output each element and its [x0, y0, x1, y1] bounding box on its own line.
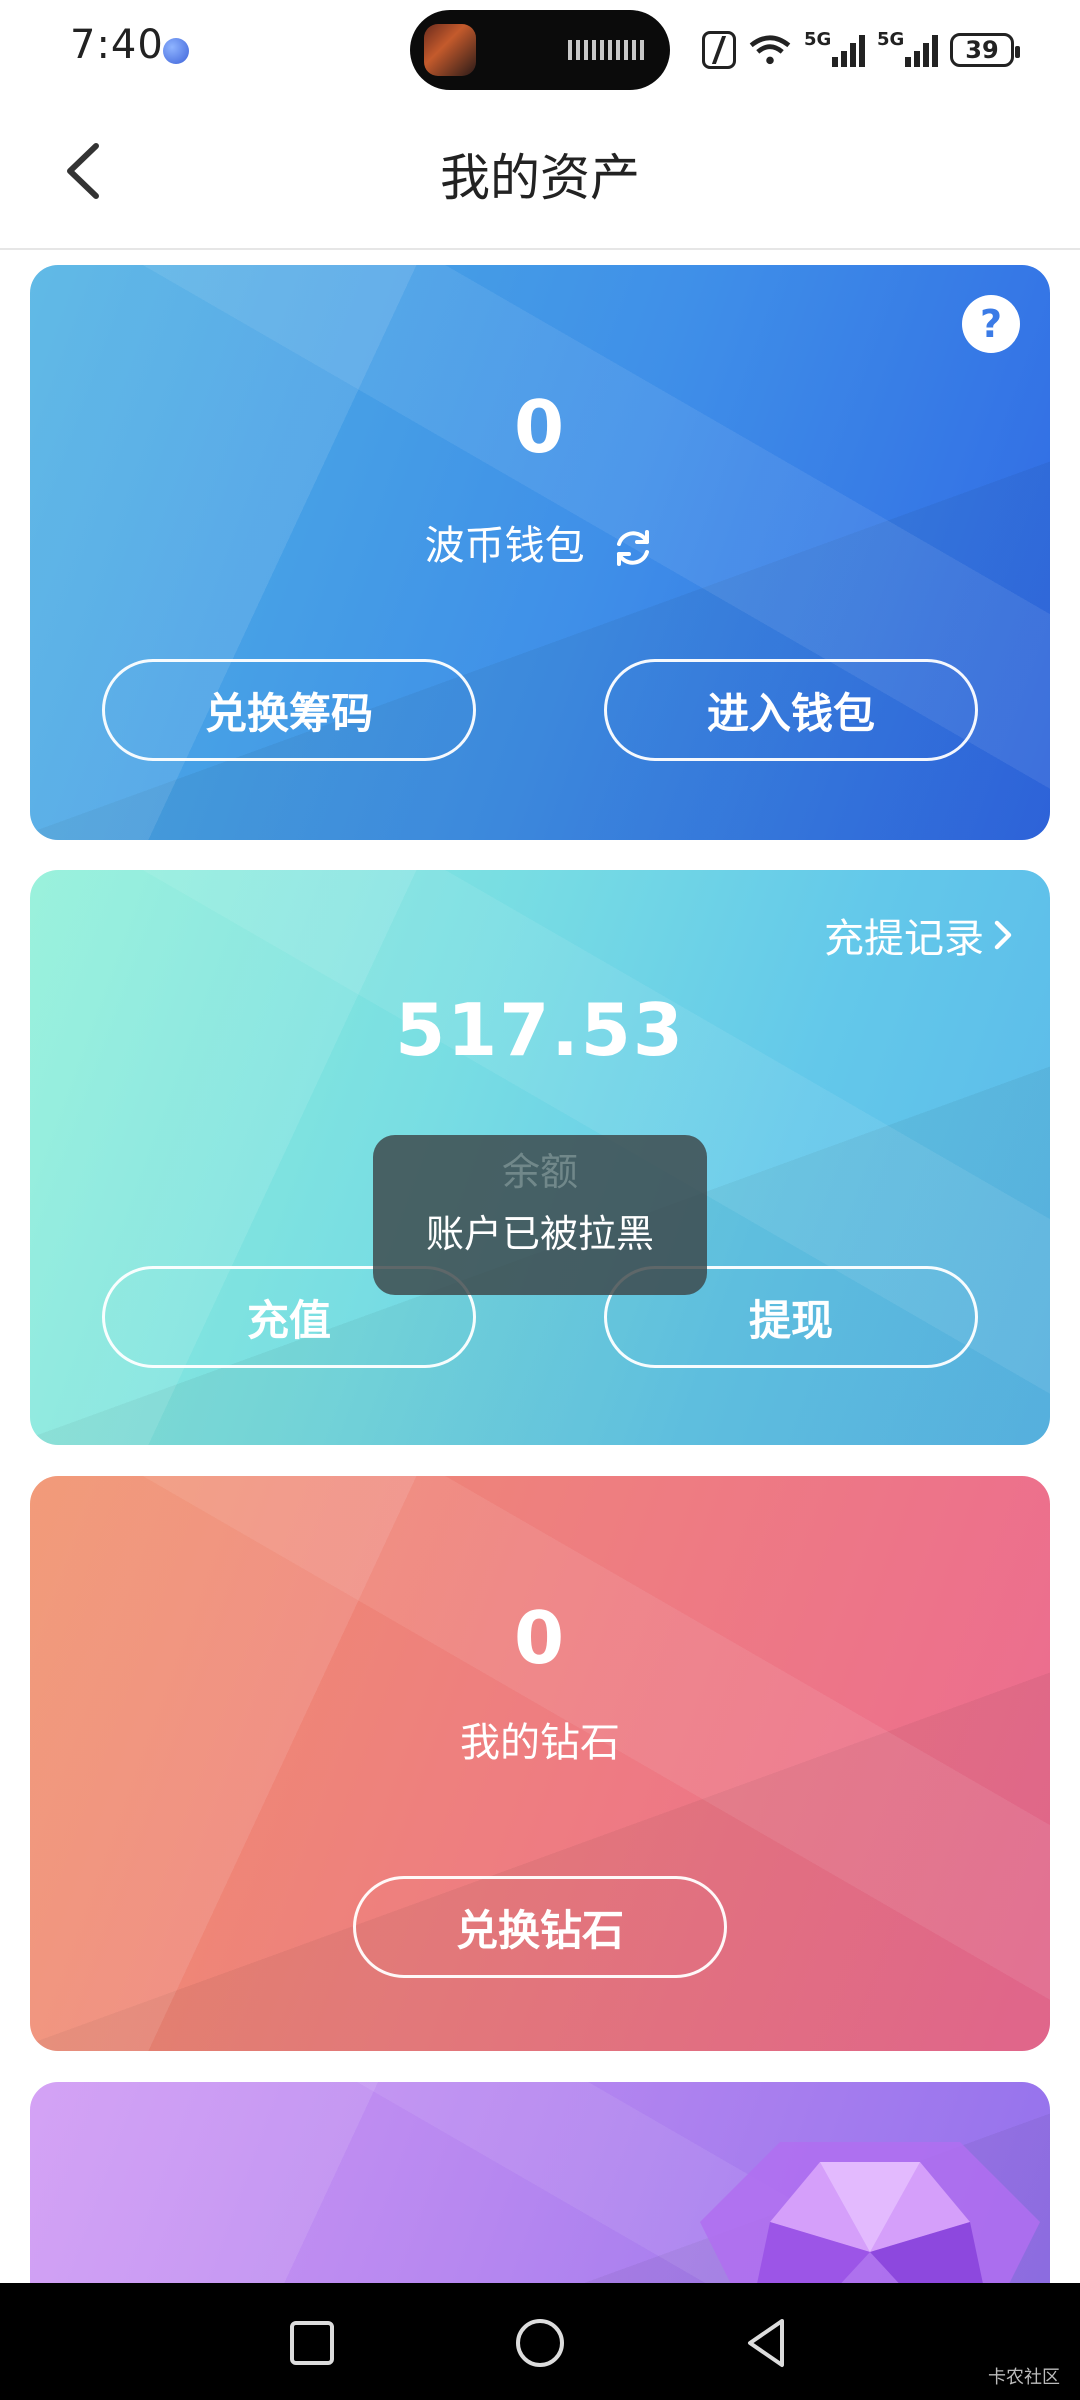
signal-5g-icon-2: 5G: [877, 29, 938, 67]
enter-wallet-button[interactable]: 进入钱包: [604, 659, 978, 761]
media-thumbnail: [424, 24, 476, 76]
dynamic-island[interactable]: [410, 10, 670, 90]
signal-label-1: 5G: [804, 29, 832, 50]
chevron-right-icon: [994, 920, 1012, 950]
nfc-icon: [702, 31, 736, 69]
wallet-label: 波币钱包: [424, 523, 585, 569]
diamond-card: 0 我的钻石 兑换钻石: [30, 1476, 1050, 2051]
status-icons: 5G 5G 39: [702, 28, 1020, 72]
signal-label-2: 5G: [877, 29, 905, 50]
toast-message: 余额 账户已被拉黑: [373, 1135, 707, 1295]
deposit-withdraw-records-link[interactable]: 充提记录: [824, 906, 1016, 964]
wifi-icon: [749, 35, 791, 65]
battery-level: 39: [965, 36, 999, 64]
wallet-card: ? 0 波币钱包 兑换筹码 进入钱包: [30, 265, 1050, 840]
help-icon[interactable]: ?: [962, 295, 1020, 353]
audio-wave-icon: [568, 40, 648, 60]
records-link-label: 充提记录: [824, 916, 984, 962]
recent-apps-icon[interactable]: [282, 2313, 342, 2373]
diamond-value: 0: [513, 1596, 567, 1680]
wallet-label-row: 波币钱包: [30, 513, 1050, 571]
battery-icon: 39: [950, 33, 1020, 67]
status-time: 7:40: [70, 22, 164, 68]
page-title: 我的资产: [440, 149, 640, 207]
status-bar: 7:40 5G 5G 39: [0, 0, 1080, 100]
balance-value: 517.53: [395, 988, 685, 1072]
exchange-diamonds-button[interactable]: 兑换钻石: [353, 1876, 727, 1978]
refresh-icon[interactable]: [611, 526, 655, 570]
toast-ghost-label: 余额: [501, 1150, 578, 1194]
system-nav-bar: 卡农社区: [0, 2283, 1080, 2400]
home-icon[interactable]: [510, 2313, 570, 2373]
browser-globe-icon: [163, 38, 189, 64]
wallet-value: 0: [513, 385, 567, 469]
back-triangle-icon[interactable]: [738, 2313, 798, 2373]
watermark: 卡农社区: [988, 2367, 1060, 2388]
diamond-label: 我的钻石: [460, 1720, 620, 1766]
toast-text: 账户已被拉黑: [425, 1211, 654, 1256]
signal-5g-icon-1: 5G: [804, 29, 865, 67]
exchange-chips-button[interactable]: 兑换筹码: [102, 659, 476, 761]
page-header: 我的资产: [0, 100, 1080, 250]
